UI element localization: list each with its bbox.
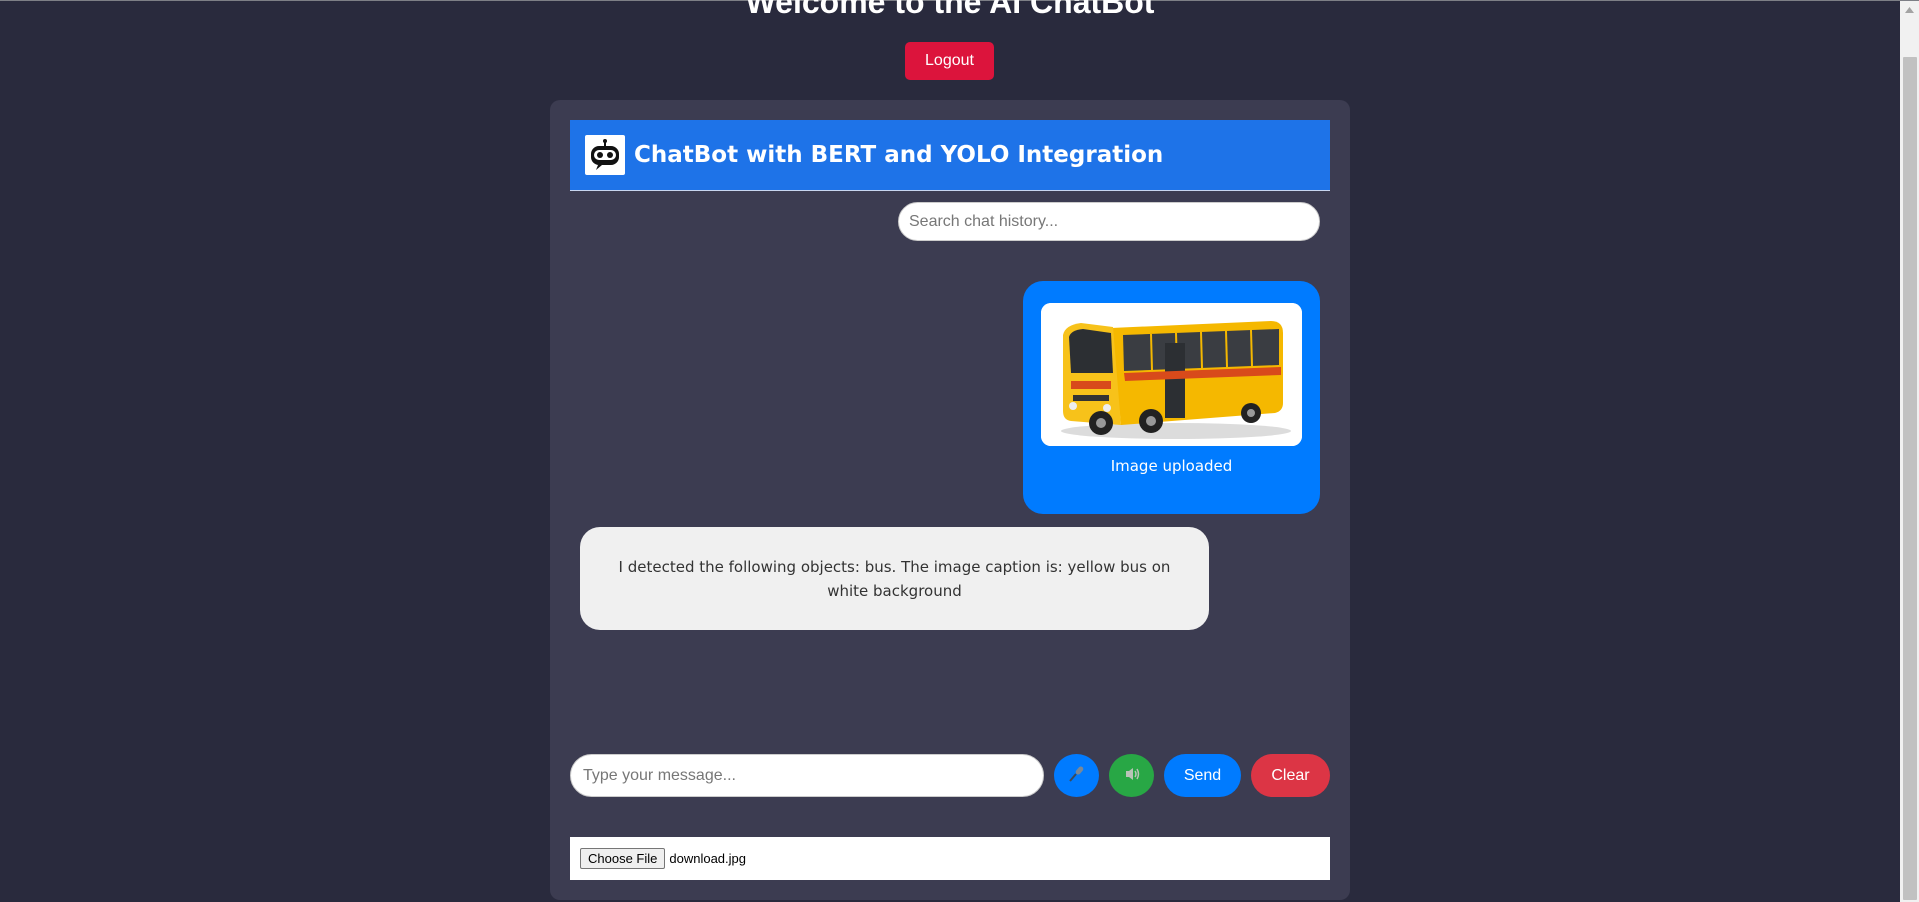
bot-message: I detected the following objects: bus. T… [580, 527, 1209, 630]
message-input[interactable] [570, 754, 1044, 797]
logout-button[interactable]: Logout [905, 42, 994, 80]
page-scrollbar[interactable] [1900, 1, 1919, 902]
uploaded-bus-image [1041, 303, 1302, 446]
send-button[interactable]: Send [1164, 754, 1241, 797]
robot-icon [585, 135, 625, 175]
microphone-icon [1067, 764, 1087, 787]
chat-title: ChatBot with BERT and YOLO Integration [634, 142, 1164, 168]
speaker-icon [1122, 764, 1142, 787]
search-history-input[interactable] [898, 202, 1320, 241]
microphone-button[interactable] [1054, 754, 1099, 797]
page: Welcome to the AI ChatBot Logout ChatBot… [0, 0, 1919, 902]
user-message: Image uploaded [1023, 281, 1320, 514]
welcome-title: Welcome to the AI ChatBot [745, 0, 1155, 20]
chat-header: ChatBot with BERT and YOLO Integration [570, 120, 1330, 191]
scrollbar-thumb[interactable] [1903, 57, 1917, 900]
choose-file-button[interactable]: Choose File [580, 848, 666, 869]
speaker-button[interactable] [1109, 754, 1154, 797]
selected-file-name: download.jpg [669, 851, 746, 866]
user-message-text: Image uploaded [1110, 457, 1233, 475]
bot-message-text: I detected the following objects: bus. T… [618, 557, 1171, 600]
file-upload-area: Choose File download.jpg [570, 837, 1330, 880]
clear-button[interactable]: Clear [1251, 754, 1330, 797]
scroll-up-arrow-icon[interactable] [1900, 1, 1919, 18]
chat-container: ChatBot with BERT and YOLO Integration S… [550, 100, 1350, 900]
